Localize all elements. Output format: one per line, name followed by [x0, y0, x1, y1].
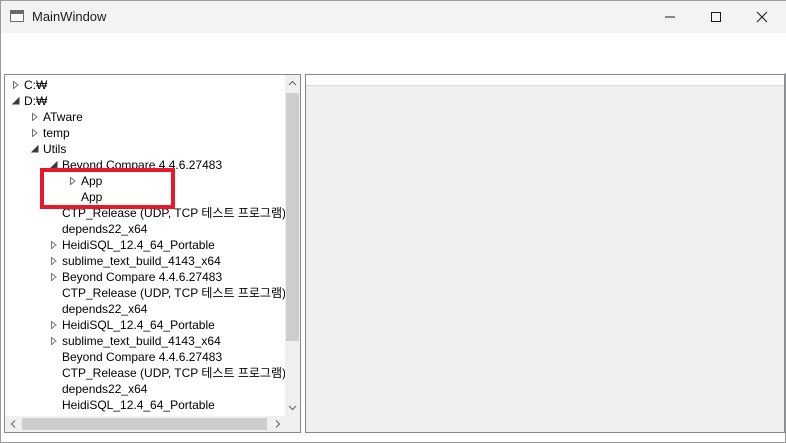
- tree-item[interactable]: HeidiSQL_12.4_64_Portable: [5, 317, 285, 333]
- tree-item-label: Beyond Compare 4.4.6.27483: [62, 350, 223, 364]
- tree-item[interactable]: Utils: [5, 141, 285, 157]
- expand-arrow-icon[interactable]: [50, 337, 58, 345]
- expand-arrow-icon[interactable]: [12, 81, 20, 89]
- tree-item[interactable]: D:₩: [5, 93, 285, 109]
- app-window-icon: [10, 10, 24, 22]
- tree-item[interactable]: C:₩: [5, 77, 285, 93]
- scroll-down-button[interactable]: [285, 400, 300, 415]
- tree-item[interactable]: depends22_x64: [5, 381, 285, 397]
- maximize-icon: [711, 12, 721, 22]
- main-window: MainWindow C:₩ D:₩ ATware temp Utils Beyond C…: [0, 0, 786, 443]
- tree-item[interactable]: ATware: [5, 109, 285, 125]
- expand-arrow-icon[interactable]: [50, 241, 58, 249]
- collapse-arrow-icon[interactable]: [31, 145, 39, 153]
- tree-item[interactable]: CTP_Release (UDP, TCP 테스트 프로그램): [5, 285, 285, 301]
- tree-item-label: Beyond Compare 4.4.6.27483: [62, 270, 223, 284]
- expand-arrow-icon[interactable]: [50, 321, 58, 329]
- scroll-up-button[interactable]: [285, 76, 300, 91]
- folder-tree-view[interactable]: C:₩ D:₩ ATware temp Utils Beyond Compare 4.4.…: [4, 74, 301, 433]
- maximize-button[interactable]: [693, 1, 739, 33]
- content-panel[interactable]: [305, 74, 785, 433]
- title-bar[interactable]: MainWindow: [1, 1, 786, 33]
- expand-arrow-icon[interactable]: [50, 273, 58, 281]
- toolbar-area: [1, 33, 786, 73]
- tree-item[interactable]: HeidiSQL_12.4_64_Portable: [5, 397, 285, 413]
- expand-arrow-icon[interactable]: [31, 113, 39, 121]
- tree-item[interactable]: sublime_text_build_4143_x64: [5, 333, 285, 349]
- chevron-left-icon: [10, 420, 16, 428]
- minimize-icon: [665, 16, 675, 18]
- tree-item-label: temp: [43, 126, 70, 140]
- tree-rows: C:₩ D:₩ ATware temp Utils Beyond Compare 4.4.…: [5, 75, 285, 415]
- vertical-scroll-thumb[interactable]: [286, 93, 299, 341]
- tree-item-label: HeidiSQL_12.4_64_Portable: [62, 318, 215, 332]
- tree-item-label: depends22_x64: [62, 222, 148, 236]
- tree-item-label: depends22_x64: [62, 302, 148, 316]
- scroll-right-button[interactable]: [270, 416, 285, 432]
- tree-item[interactable]: temp: [5, 125, 285, 141]
- tree-item[interactable]: Beyond Compare 4.4.6.27483: [5, 349, 285, 365]
- tree-item-label: sublime_text_build_4143_x64: [62, 334, 221, 348]
- tree-item-label: Utils: [43, 142, 67, 156]
- scrollbar-corner: [285, 416, 300, 432]
- minimize-button[interactable]: [647, 1, 693, 33]
- tree-item-label: D:₩: [24, 94, 48, 108]
- tree-item-label: CTP_Release (UDP, TCP 테스트 프로그램): [62, 286, 285, 300]
- chevron-up-icon: [288, 80, 297, 86]
- tree-item[interactable]: sublime_text_build_4143_x64: [5, 253, 285, 269]
- horizontal-scrollbar[interactable]: [5, 416, 285, 432]
- tree-item[interactable]: depends22_x64: [5, 221, 285, 237]
- expand-arrow-icon[interactable]: [31, 129, 39, 137]
- tree-item[interactable]: HeidiSQL_12.4_64_Portable: [5, 237, 285, 253]
- scroll-left-button[interactable]: [6, 416, 21, 432]
- window-title: MainWindow: [32, 9, 107, 24]
- tree-item[interactable]: depends22_x64: [5, 301, 285, 317]
- horizontal-scroll-thumb[interactable]: [22, 418, 267, 430]
- tree-item-label: depends22_x64: [62, 382, 148, 396]
- highlight-annotation-box: [40, 168, 175, 209]
- chevron-right-icon: [275, 420, 281, 428]
- content-header: [306, 75, 784, 86]
- close-icon: [756, 11, 768, 23]
- chevron-down-icon: [288, 405, 297, 411]
- tree-item-label: CTP_Release (UDP, TCP 테스트 프로그램): [62, 366, 285, 380]
- collapse-arrow-icon[interactable]: [12, 97, 20, 105]
- tree-item-label: HeidiSQL_12.4_64_Portable: [62, 238, 215, 252]
- close-button[interactable]: [739, 1, 785, 33]
- tree-item-label: HeidiSQL_12.4_64_Portable: [62, 398, 215, 412]
- expand-arrow-icon[interactable]: [50, 257, 58, 265]
- tree-item-label: C:₩: [24, 78, 48, 92]
- vertical-scrollbar[interactable]: [285, 75, 300, 416]
- tree-item-label: ATware: [43, 110, 83, 124]
- tree-item[interactable]: CTP_Release (UDP, TCP 테스트 프로그램): [5, 365, 285, 381]
- tree-item[interactable]: Beyond Compare 4.4.6.27483: [5, 269, 285, 285]
- tree-item-label: sublime_text_build_4143_x64: [62, 254, 221, 268]
